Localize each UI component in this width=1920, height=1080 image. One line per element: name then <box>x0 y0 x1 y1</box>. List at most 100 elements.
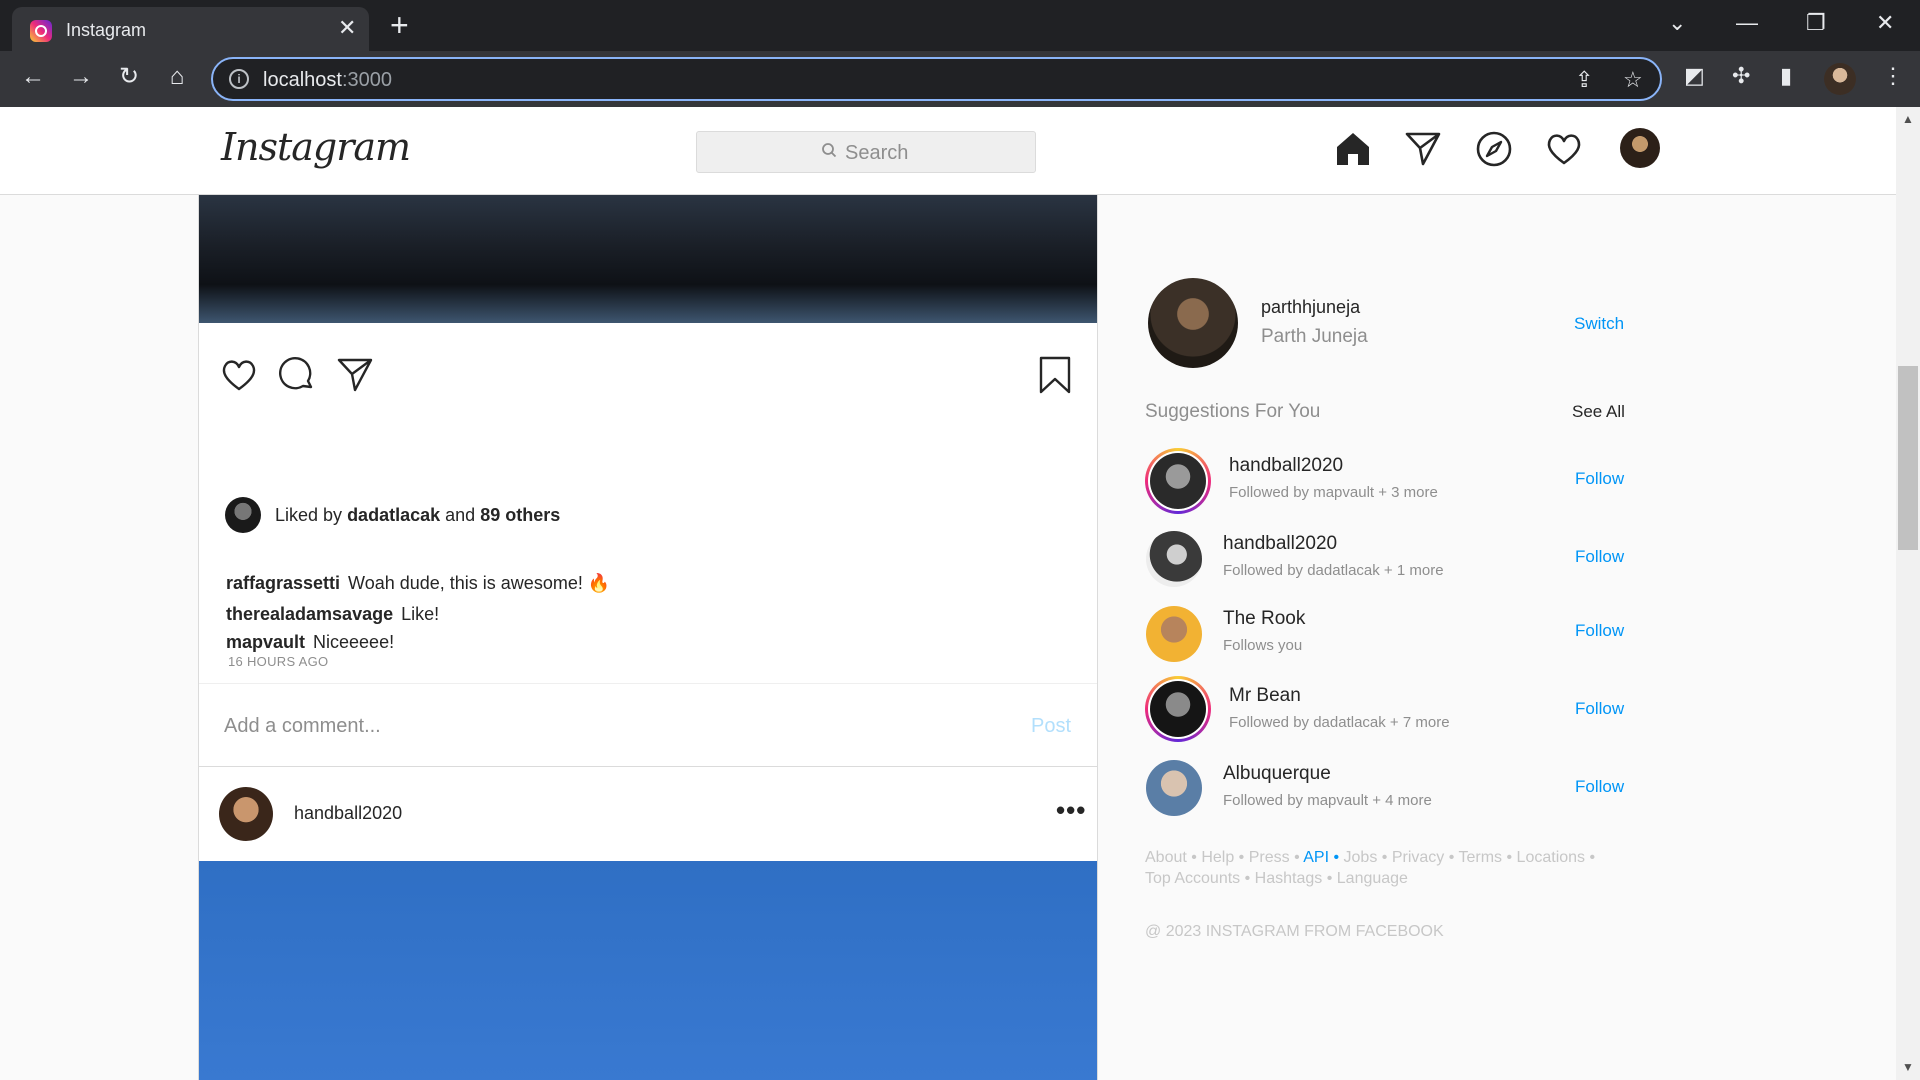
current-user-username[interactable]: parthhjuneja <box>1261 297 1360 318</box>
explore-compass-icon[interactable] <box>1474 129 1514 169</box>
suggestion-subtitle: Followed by mapvault + 4 more <box>1223 792 1432 809</box>
post-timestamp: 16 HOURS AGO <box>228 654 329 669</box>
comment-text: Like! <box>401 604 440 624</box>
liked-user-link[interactable]: dadatlacak <box>347 505 440 525</box>
liked-by-avatar[interactable] <box>225 497 261 533</box>
browser-profile-avatar[interactable] <box>1824 63 1856 95</box>
footer-link-terms[interactable]: Terms <box>1458 849 1502 866</box>
switch-account-button[interactable]: Switch <box>1574 314 1624 334</box>
minimize-icon[interactable]: — <box>1736 10 1758 36</box>
suggestion-subtitle: Follows you <box>1223 637 1303 654</box>
url-host: localhost <box>263 69 342 91</box>
suggestion-subtitle: Followed by dadatlacak + 7 more <box>1229 714 1450 731</box>
page-scrollbar[interactable] <box>1896 107 1920 1080</box>
home-icon[interactable]: ⌂ <box>162 63 192 91</box>
scroll-up-arrow-icon[interactable]: ▲ <box>1902 112 1914 126</box>
footer-link-about[interactable]: About <box>1145 849 1187 866</box>
more-options-icon[interactable]: ••• <box>1056 795 1086 826</box>
follow-button[interactable]: Follow <box>1575 699 1624 719</box>
footer-link-press[interactable]: Press <box>1249 849 1290 866</box>
liked-and: and <box>445 505 476 525</box>
add-comment-input[interactable]: Add a comment... <box>224 715 381 738</box>
suggestion-avatar[interactable] <box>1150 453 1206 509</box>
divider <box>199 683 1097 684</box>
scrollbar-thumb[interactable] <box>1898 366 1918 550</box>
scroll-down-arrow-icon[interactable]: ▼ <box>1902 1060 1914 1074</box>
search-placeholder: Search <box>845 142 909 164</box>
post-author-avatar[interactable] <box>219 787 273 841</box>
footer-link-locations[interactable]: Locations <box>1517 849 1586 866</box>
puzzle-extensions-icon[interactable]: ✣ <box>1732 63 1750 89</box>
profile-avatar[interactable] <box>1620 128 1660 168</box>
suggestion-name[interactable]: handball2020 <box>1223 533 1337 555</box>
footer-link-api[interactable]: API <box>1303 849 1329 866</box>
restore-icon[interactable]: ❐ <box>1806 10 1826 36</box>
suggestion-avatar[interactable] <box>1146 606 1202 662</box>
direct-message-icon[interactable] <box>1403 129 1443 169</box>
follow-button[interactable]: Follow <box>1575 547 1624 567</box>
like-heart-icon[interactable] <box>219 355 259 395</box>
post-comment-button[interactable]: Post <box>1031 715 1071 738</box>
extension-icon[interactable]: ◩ <box>1684 63 1705 89</box>
forward-icon[interactable]: → <box>66 63 96 91</box>
comment-row: therealadamsavage Like! <box>226 604 439 625</box>
instagram-logo[interactable]: Instagram <box>221 125 411 169</box>
home-nav-icon[interactable] <box>1333 129 1373 169</box>
footer-link-help[interactable]: Help <box>1201 849 1234 866</box>
comment-user[interactable]: therealadamsavage <box>226 604 393 624</box>
follow-button[interactable]: Follow <box>1575 469 1624 489</box>
bookmark-star-icon[interactable]: ☆ <box>1623 67 1643 93</box>
comment-user[interactable]: mapvault <box>226 632 305 652</box>
comment-icon[interactable] <box>277 355 317 395</box>
new-tab-icon[interactable]: + <box>390 8 409 42</box>
comment-row: raffagrassetti Woah dude, this is awesome… <box>226 573 610 594</box>
activity-heart-icon[interactable] <box>1544 129 1584 169</box>
comment-row: mapvault Niceeeee! <box>226 632 394 653</box>
suggestion-name[interactable]: Albuquerque <box>1223 763 1331 785</box>
footer-link-hashtags[interactable]: Hashtags <box>1255 870 1323 887</box>
tab-close-icon[interactable]: ✕ <box>338 17 356 39</box>
suggestions-title: Suggestions For You <box>1145 401 1321 422</box>
suggestion-avatar[interactable] <box>1146 760 1202 816</box>
suggestion-subtitle: Followed by mapvault + 3 more <box>1229 484 1438 501</box>
feed-post: handball2020 ••• <box>198 766 1098 1080</box>
footer-link-privacy[interactable]: Privacy <box>1392 849 1444 866</box>
see-all-button[interactable]: See All <box>1572 402 1625 422</box>
footer-links: About • Help • Press • API • Jobs • Priv… <box>1145 849 1596 887</box>
suggestion-name[interactable]: handball2020 <box>1229 455 1343 477</box>
suggestion-subtitle: Followed by dadatlacak + 1 more <box>1223 562 1444 579</box>
side-panel-icon[interactable]: ▮ <box>1780 63 1792 89</box>
footer-link-top-accounts[interactable]: Top Accounts <box>1145 870 1240 887</box>
instagram-header: Instagram Search <box>0 107 1896 195</box>
search-input[interactable]: Search <box>696 131 1036 173</box>
search-icon <box>822 143 837 158</box>
current-user-avatar[interactable] <box>1148 278 1238 368</box>
close-window-icon[interactable]: ✕ <box>1876 10 1894 36</box>
post-image[interactable] <box>199 861 1097 1080</box>
save-bookmark-icon[interactable] <box>1035 355 1075 395</box>
post-author-username[interactable]: handball2020 <box>294 803 402 824</box>
suggestion-name[interactable]: Mr Bean <box>1229 685 1301 707</box>
post-image[interactable] <box>199 195 1097 323</box>
tab-search-icon[interactable]: ⌄ <box>1668 10 1686 36</box>
footer-link-jobs[interactable]: Jobs <box>1344 849 1378 866</box>
footer-link-language[interactable]: Language <box>1337 870 1408 887</box>
liked-by-text: Liked by dadatlacak and 89 others <box>275 505 560 526</box>
suggestion-avatar[interactable] <box>1146 531 1202 587</box>
back-icon[interactable]: ← <box>18 63 48 91</box>
address-bar[interactable]: i localhost:3000 ⇪ ☆ <box>211 57 1662 101</box>
browser-tab[interactable]: Instagram ✕ <box>12 7 369 51</box>
reload-icon[interactable]: ↻ <box>114 63 144 91</box>
follow-button[interactable]: Follow <box>1575 777 1624 797</box>
comment-text: Niceeeee! <box>313 632 395 652</box>
browser-menu-icon[interactable]: ⋮ <box>1882 63 1904 89</box>
share-icon[interactable]: ⇪ <box>1575 67 1593 93</box>
share-post-icon[interactable] <box>335 355 375 395</box>
comment-user[interactable]: raffagrassetti <box>226 573 340 593</box>
suggestion-name[interactable]: The Rook <box>1223 608 1305 630</box>
site-info-icon[interactable]: i <box>229 69 249 89</box>
liked-others-link[interactable]: 89 others <box>480 505 560 525</box>
follow-button[interactable]: Follow <box>1575 621 1624 641</box>
feed-post: Liked by dadatlacak and 89 others raffag… <box>198 195 1098 788</box>
suggestion-avatar[interactable] <box>1150 681 1206 737</box>
